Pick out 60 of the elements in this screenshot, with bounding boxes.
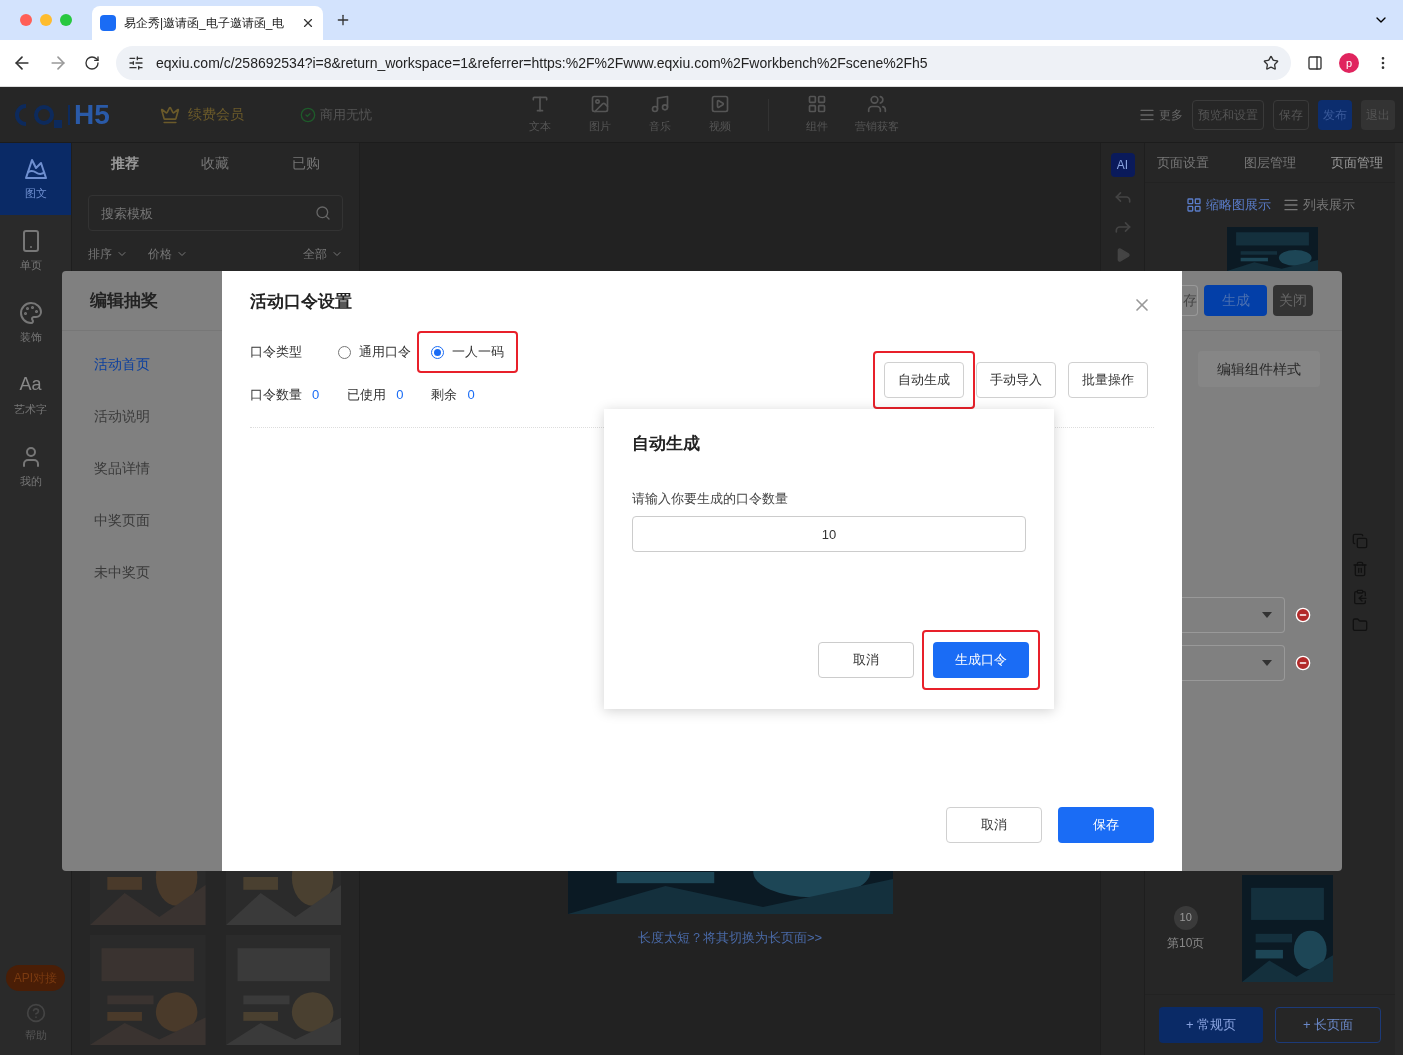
- code-action-button[interactable]: 批量操作: [1068, 362, 1148, 398]
- type-label: 口令类型: [250, 343, 303, 362]
- panel-tab[interactable]: 页面设置: [1157, 152, 1209, 173]
- code-action-button[interactable]: 手动导入: [976, 362, 1056, 398]
- panel-title: 编辑抽奖: [90, 289, 158, 312]
- address-bar[interactable]: eqxiu.com/c/258692534?i=8&return_workspace=1&referrer=https:%2F%2Fwww.eqxiu.com%2Fworkbench%2Fscene%2Fh5: [116, 46, 1291, 80]
- page-label: 第10页: [1167, 934, 1205, 952]
- radio-option[interactable]: 一人一码: [431, 342, 504, 362]
- filter-dropdown[interactable]: 全部: [303, 245, 343, 263]
- panel-header-button[interactable]: 生成: [1204, 285, 1267, 316]
- page-number-badge: 10: [1173, 905, 1198, 930]
- popup-cancel-button[interactable]: 取消: [818, 642, 914, 678]
- nav-item[interactable]: 奖品详情: [62, 442, 222, 494]
- membership-link[interactable]: 续费会员: [188, 104, 244, 125]
- dialog-title: 活动口令设置: [250, 291, 352, 314]
- filter-dropdown[interactable]: 排序: [88, 245, 128, 263]
- url-text: eqxiu.com/c/258692534?i=8&return_workspace=1&referrer=https:%2F%2Fwww.eqxiu.com%2Fworkbench%2Fscene%2Fh5: [156, 53, 929, 73]
- nav-item[interactable]: 活动首页: [62, 338, 222, 390]
- rail-item[interactable]: 我的: [0, 431, 62, 503]
- logo-text: H5: [74, 97, 110, 132]
- cancel-button[interactable]: 取消: [946, 807, 1042, 843]
- panel-tab[interactable]: 页面管理: [1331, 152, 1383, 173]
- radio-option[interactable]: 通用口令: [338, 342, 411, 362]
- view-toggle[interactable]: 列表展示: [1282, 195, 1355, 215]
- browser-tab[interactable]: 易企秀|邀请函_电子邀请函_电: [92, 6, 323, 40]
- template-tab[interactable]: 已购: [291, 152, 320, 174]
- edit-style-button[interactable]: 编辑组件样式: [1198, 351, 1320, 387]
- template-tab[interactable]: 收藏: [201, 152, 230, 174]
- count-input[interactable]: 10: [632, 516, 1026, 552]
- rail-item[interactable]: Aa 艺术字: [0, 359, 62, 431]
- save-button[interactable]: 保存: [1058, 807, 1154, 843]
- profile-avatar[interactable]: p: [1339, 53, 1359, 73]
- popup-title: 自动生成: [632, 433, 701, 455]
- add-page-button[interactable]: + 长页面: [1275, 1007, 1381, 1043]
- stat-label: 已使用: [347, 386, 387, 404]
- ai-button[interactable]: AI: [1110, 153, 1135, 177]
- code-action-button[interactable]: 自动生成: [884, 362, 964, 398]
- filter-dropdown[interactable]: 价格: [148, 245, 188, 263]
- panel-tab[interactable]: 图层管理: [1244, 152, 1296, 173]
- nav-item[interactable]: 未中奖页: [62, 546, 222, 598]
- rail-item[interactable]: 装饰: [0, 287, 62, 359]
- nav-item[interactable]: 活动说明: [62, 390, 222, 442]
- add-page-button[interactable]: + 常规页: [1159, 1007, 1263, 1043]
- generate-codes-button[interactable]: 生成口令: [933, 642, 1029, 678]
- stat-value: 0: [396, 386, 404, 404]
- rail-item[interactable]: 图文: [0, 143, 71, 215]
- stat-value: 0: [312, 386, 320, 404]
- rail-item[interactable]: 单页: [0, 215, 62, 287]
- stat-value: 0: [467, 386, 475, 404]
- letters-glyph: Aa: [19, 373, 42, 397]
- stat-label: 口令数量: [250, 386, 302, 404]
- switch-long-page-link[interactable]: 长度太短？将其切换为长页面>>: [637, 927, 823, 947]
- view-toggle[interactable]: 缩略图展示: [1185, 195, 1271, 215]
- count-prompt: 请输入你要生成的口令数量: [632, 489, 789, 508]
- search-field[interactable]: 搜索模板: [88, 195, 343, 231]
- tab-title: 易企秀|邀请函_电子邀请函_电: [124, 15, 286, 32]
- nav-item[interactable]: 中奖页面: [62, 494, 222, 546]
- template-tab[interactable]: 推荐: [111, 152, 140, 174]
- stat-label: 剩余: [431, 386, 458, 404]
- more-button[interactable]: 更多: [1139, 105, 1183, 124]
